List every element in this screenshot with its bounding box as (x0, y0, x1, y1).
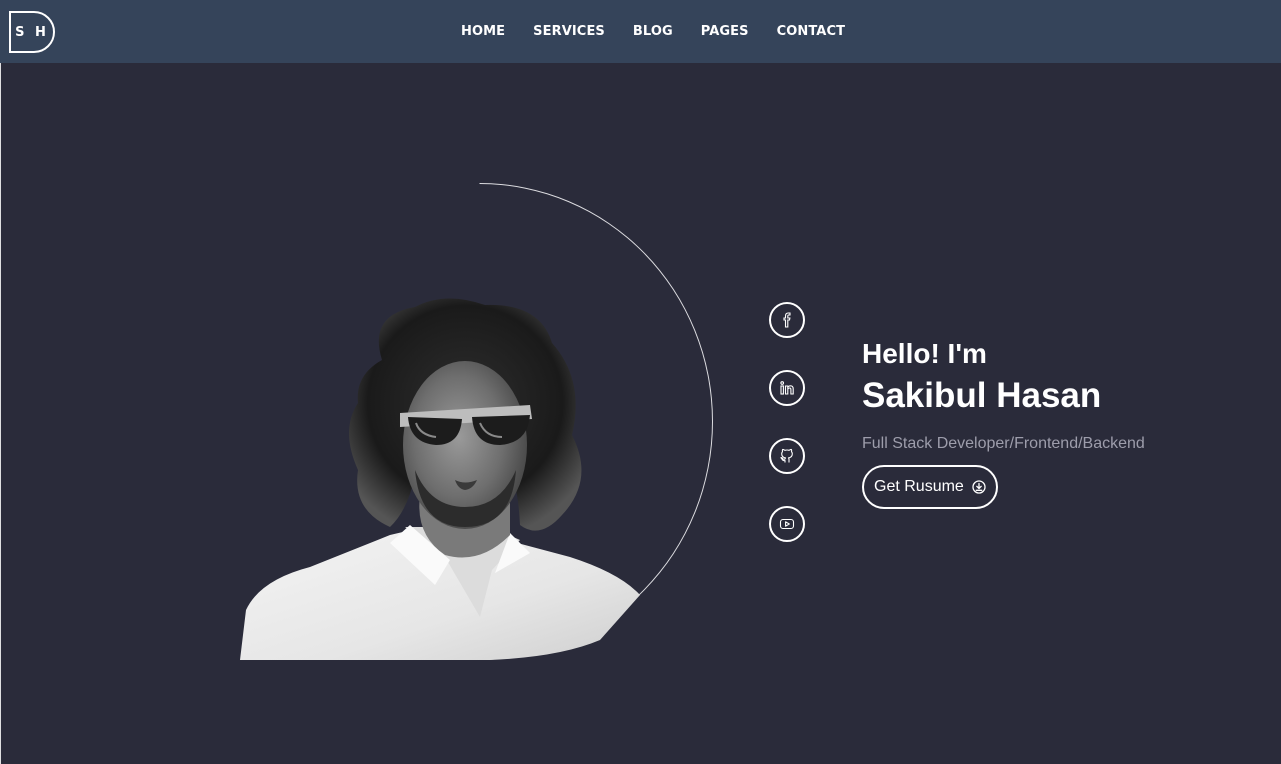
nav-contact[interactable]: CONTACT (777, 24, 846, 39)
hero-role: Full Stack Developer/Frontend/Backend (862, 435, 1145, 452)
download-icon (972, 480, 986, 494)
page: S H HOME SERVICES BLOG PAGES CONTACT Hel… (0, 0, 1281, 764)
resume-button-label: Get Rusume (874, 478, 964, 495)
facebook-link[interactable] (769, 302, 805, 338)
hero-name: Sakibul Hasan (862, 376, 1102, 415)
logo[interactable]: S H (9, 11, 55, 53)
github-icon (780, 448, 793, 463)
nav-home[interactable]: HOME (461, 24, 505, 39)
linkedin-link[interactable] (769, 370, 805, 406)
nav-pages[interactable]: PAGES (701, 24, 749, 39)
linkedin-icon (780, 381, 794, 395)
youtube-icon (779, 518, 795, 530)
github-link[interactable] (769, 438, 805, 474)
main-nav: HOME SERVICES BLOG PAGES CONTACT (447, 0, 859, 63)
social-links (769, 302, 805, 542)
greeting: Hello! I'm (862, 338, 987, 369)
youtube-link[interactable] (769, 506, 805, 542)
nav-blog[interactable]: BLOG (633, 24, 673, 39)
navbar: S H HOME SERVICES BLOG PAGES CONTACT (0, 0, 1281, 63)
portrait-photo (240, 295, 660, 660)
hero-intro: Hello! I'm Sakibul Hasan Full Stack Deve… (862, 336, 1145, 509)
get-resume-button[interactable]: Get Rusume (862, 465, 998, 509)
facebook-icon (783, 312, 791, 328)
nav-services[interactable]: SERVICES (533, 24, 605, 39)
